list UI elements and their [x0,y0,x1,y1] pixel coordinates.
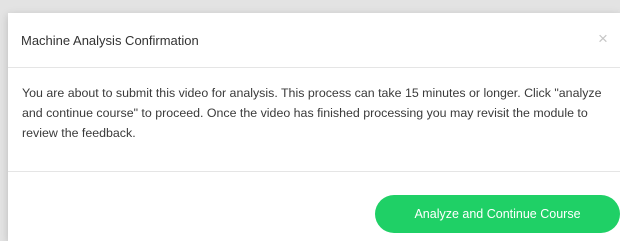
dialog-footer: Analyze and Continue Course [8,172,620,240]
dialog-header: Machine Analysis Confirmation × [8,13,620,68]
close-icon[interactable]: × [598,27,620,51]
dialog-title: Machine Analysis Confirmation [21,33,199,48]
dialog-body: You are about to submit this video for a… [8,68,620,172]
dialog-message: You are about to submit this video for a… [22,86,602,140]
confirmation-dialog: Machine Analysis Confirmation × You are … [8,13,620,241]
analyze-and-continue-button[interactable]: Analyze and Continue Course [375,195,620,233]
